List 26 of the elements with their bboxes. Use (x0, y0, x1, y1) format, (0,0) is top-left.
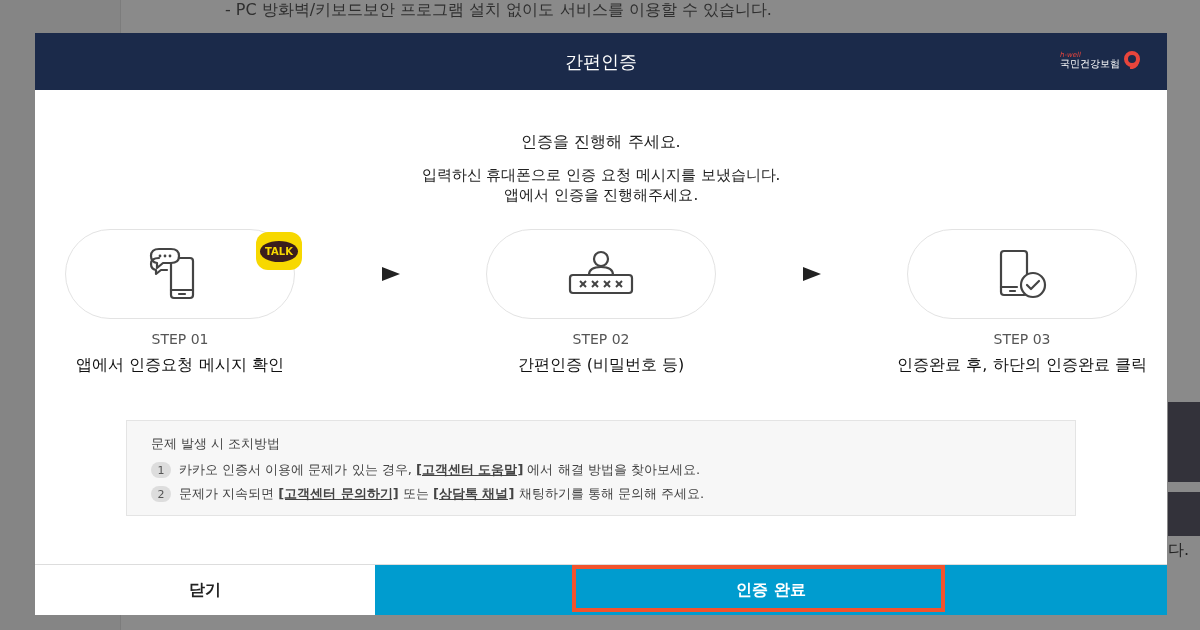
dialog-title: 간편인증 (565, 49, 637, 74)
instruction-text: 입력하신 휴대폰으로 인증 요청 메시지를 보냈습니다. (421, 165, 781, 185)
instruction-text: 앱에서 인증을 진행해주세요. (503, 185, 699, 205)
help-title: 문제 발생 시 조치방법 (151, 435, 282, 453)
dialog-heading: 인증을 진행해 주세요. (521, 132, 681, 153)
logo-name: 국민건강보험 (1060, 58, 1120, 69)
step-number: STEP 01 (151, 331, 209, 347)
number-badge: 1 (151, 462, 171, 478)
notice-text: - PC 방화벽/키보드보안 프로그램 설치 없이도 서비스를 이용할 수 있습니다. (225, 0, 772, 20)
step-label: 인증완료 후, 하단의 인증완료 클릭 (897, 355, 1147, 376)
help-text: 문제가 지속되면 [고객센터 문의하기] 또는 [상담톡 채널] 채팅하기를 통해 문의해 주세요. (179, 485, 705, 503)
badge-text: TALK (260, 240, 298, 262)
background-text: 다. (1168, 540, 1190, 561)
arrow-icon (802, 267, 821, 281)
swirl-logo-icon (1123, 51, 1141, 69)
help-link[interactable]: [고객센터 문의하기] (278, 486, 399, 501)
step-number: STEP 02 (572, 331, 630, 347)
arrow-icon (381, 267, 400, 281)
help-text: 카카오 인증서 이용에 문제가 있는 경우, [고객센터 도움말] 에서 해결 방법을 찾아보세요. (179, 461, 701, 479)
step-label: 간편인증 (비밀번호 등) (517, 355, 685, 376)
number-badge: 2 (151, 486, 171, 502)
step-number: STEP 03 (993, 331, 1051, 347)
help-link[interactable]: [상담톡 채널] (432, 486, 515, 501)
help-link[interactable]: [고객센터 도움말] (415, 462, 524, 477)
step-label: 앱에서 인증요청 메시지 확인 (76, 355, 284, 376)
dark-panel (1168, 492, 1200, 536)
